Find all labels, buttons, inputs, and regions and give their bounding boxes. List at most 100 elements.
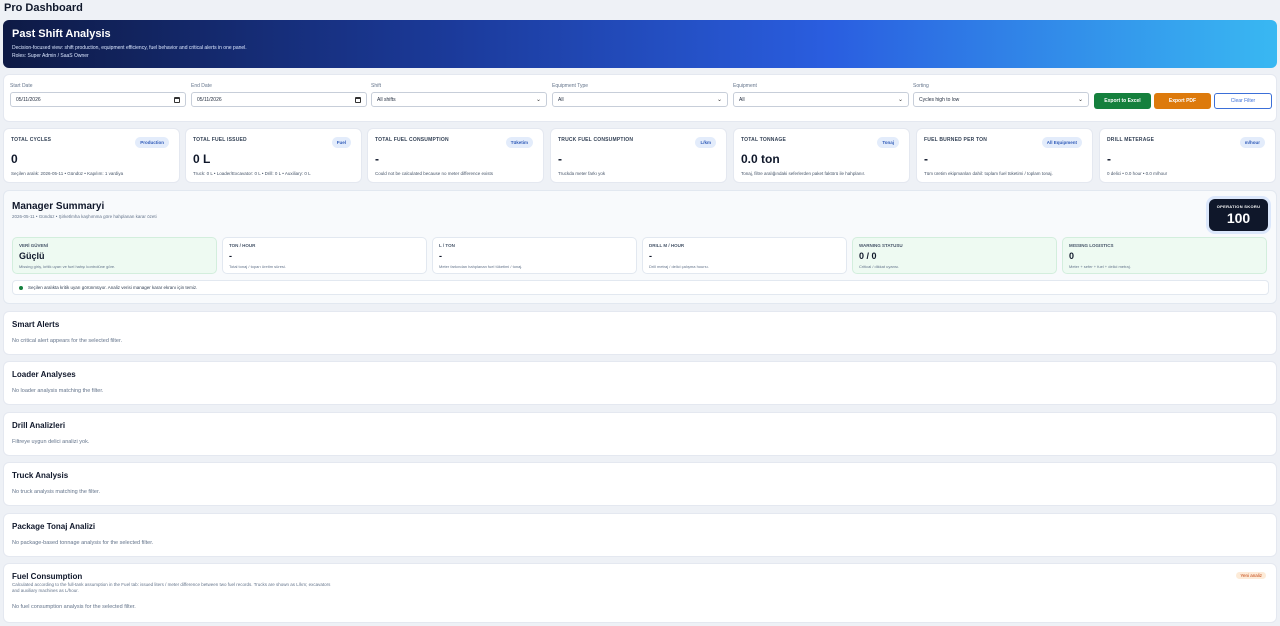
- clear-filter-button[interactable]: Clear Filter: [1214, 93, 1272, 109]
- section-title: Fuel Consumption: [12, 572, 83, 581]
- equipment-type-label: Equipment Type: [552, 83, 589, 89]
- kpi-badge: Tüketim: [505, 137, 533, 148]
- metric-card-missing-logistics: MISSING LOGISTICS 0 Meter + sefer + fuel…: [1062, 237, 1267, 274]
- metric-title: DRILL M / HOUR: [649, 243, 685, 248]
- empty-state-text: No package-based tonnage analysis for th…: [12, 540, 154, 546]
- section-title: Smart Alerts: [12, 320, 60, 329]
- section-title: Truck Analysis: [12, 471, 69, 480]
- metric-value: -: [649, 251, 652, 261]
- filter-bar: Start Date 05/11/2026 End Date 05/11/202…: [3, 74, 1277, 122]
- operation-score-badge: OPERATION SKORU 100: [1209, 199, 1268, 231]
- kpi-subtext: Seçilen aralık: 2026-05-11 • Gündüz • Ka…: [11, 171, 124, 176]
- kpi-truck-fuel-consumption: TRUCK FUEL CONSUMPTION L/km - Truckda me…: [550, 128, 727, 183]
- shift-select[interactable]: All shifts ⌄: [371, 92, 547, 107]
- shift-group: Shift All shifts ⌄: [371, 83, 547, 107]
- empty-state-text: No critical alert appears for the select…: [12, 338, 123, 344]
- kpi-value: -: [924, 152, 928, 166]
- kpi-value: 0 L: [193, 152, 211, 166]
- operation-score-value: 100: [1226, 210, 1251, 226]
- kpi-subtext: Truck: 0 L • Loader/Excavator: 0 L • Dri…: [193, 171, 311, 176]
- roles-text: Roles: Super Admin / SaaS Owner: [12, 53, 89, 59]
- kpi-value: 0.0 ton: [741, 152, 780, 166]
- metric-subtext: Total tonaj / toparı üretim süresi.: [229, 264, 286, 269]
- equipment-label: Equipment: [733, 83, 757, 89]
- kpi-badge: Fuel: [331, 137, 351, 148]
- manager-summary-title: Manager Summaryi: [12, 201, 105, 212]
- chevron-down-icon: ⌄: [716, 97, 722, 103]
- metric-card-ton-hour: TON / HOUR - Total tonaj / toparı üretim…: [222, 237, 427, 274]
- end-date-label: End Date: [191, 83, 212, 89]
- manager-summary-subtitle: 2026-05-11 • Gündüz • Şirketlmha kaşhımm…: [12, 214, 157, 219]
- metric-title: WARNING STATUSU: [859, 243, 903, 248]
- app-title: Pro Dashboard: [4, 2, 83, 14]
- kpi-value: 0: [11, 152, 18, 166]
- metric-card-l-ton: L / TON - Meter farkından hahplanan fuel…: [432, 237, 637, 274]
- kpi-fuel-burned-per-ton: FUEL BURNED PER TON All Equipment - Tüm …: [916, 128, 1093, 183]
- metric-card-data-confidence: VERİ GÜVENİ Güçlü Missing giriş, kritik …: [12, 237, 217, 274]
- top-bar: Pro Dashboard: [0, 0, 1280, 16]
- kpi-subtext: Truckda meter farkı yok: [558, 171, 606, 176]
- metric-subtext: Critical / dikkat uyarısı.: [859, 264, 900, 269]
- kpi-total-fuel-issued: TOTAL FUEL ISSUED Fuel 0 L Truck: 0 L • …: [185, 128, 362, 183]
- metric-subtext: Drill metraj / delici çalışma hoursı.: [649, 264, 709, 269]
- equipment-type-value: All: [558, 96, 564, 103]
- start-date-input[interactable]: 05/11/2026: [10, 92, 186, 107]
- start-date-group: Start Date 05/11/2026: [10, 83, 186, 107]
- kpi-badge: Tonaj: [877, 137, 899, 148]
- kpi-total-cycles: TOTAL CYCLES Production 0 Seçilen aralık…: [3, 128, 180, 183]
- equipment-select[interactable]: All ⌄: [733, 92, 909, 107]
- metric-title: MISSING LOGISTICS: [1069, 243, 1114, 248]
- metric-title: L / TON: [439, 243, 455, 248]
- truck-analysis-section: Truck Analysis No truck analysis matchin…: [3, 462, 1277, 506]
- calendar-icon[interactable]: [174, 96, 180, 103]
- section-description: Calculated according to the full-tank as…: [12, 582, 331, 593]
- chevron-down-icon: ⌄: [1077, 97, 1083, 103]
- kpi-title: TOTAL FUEL ISSUED: [193, 137, 247, 143]
- end-date-group: End Date 05/11/2026: [191, 83, 367, 107]
- section-title: Drill Analizleri: [12, 421, 66, 430]
- metric-value: 0: [1069, 251, 1075, 261]
- kpi-total-tonnage: TOTAL TONNAGE Tonaj 0.0 ton Tonaj, filtr…: [733, 128, 910, 183]
- empty-state-text: No fuel consumption analysis for the sel…: [12, 604, 136, 610]
- package-tonnage-section: Package Tonaj Analizi No package-based t…: [3, 513, 1277, 557]
- sorting-value: Cycles high to low: [919, 96, 960, 103]
- sorting-label: Sorting: [913, 83, 929, 89]
- metric-value: Güçlü: [19, 251, 45, 261]
- sorting-select[interactable]: Cycles high to low ⌄: [913, 92, 1089, 107]
- equipment-group: Equipment All ⌄: [733, 83, 909, 107]
- loader-analyses-section: Loader Analyses No loader analysis match…: [3, 361, 1277, 405]
- smart-alerts-section: Smart Alerts No critical alert appears f…: [3, 311, 1277, 355]
- kpi-total-fuel-consumption: TOTAL FUEL CONSUMPTION Tüketim - Could n…: [367, 128, 544, 183]
- section-title: Package Tonaj Analizi: [12, 522, 96, 531]
- operation-score-label: OPERATION SKORU: [1216, 204, 1261, 209]
- new-analysis-badge: Yeni analiz: [1236, 572, 1266, 579]
- metric-card-warning-status: WARNING STATUSU 0 / 0 Critical / dikkat …: [852, 237, 1057, 274]
- metric-title: VERİ GÜVENİ: [19, 243, 49, 248]
- section-title: Loader Analyses: [12, 370, 76, 379]
- start-date-label: Start Date: [10, 83, 33, 89]
- drill-analyses-section: Drill Analizleri Filtreye uygun delici a…: [3, 412, 1277, 456]
- hero-banner: Past Shift Analysis Decision-focused vie…: [3, 20, 1277, 68]
- equipment-type-select[interactable]: All ⌄: [552, 92, 728, 107]
- end-date-input[interactable]: 05/11/2026: [191, 92, 367, 107]
- kpi-badge: Production: [135, 137, 169, 148]
- kpi-value: -: [375, 152, 379, 166]
- empty-state-text: No truck analysis matching the filter.: [12, 489, 101, 495]
- kpi-drill-meterage: DRILL METERAGE m/hour - 0 delici • 0.0 h…: [1099, 128, 1276, 183]
- export-pdf-button[interactable]: Export PDF: [1154, 93, 1211, 109]
- empty-state-text: No loader analysis matching the filter.: [12, 388, 104, 394]
- metric-subtext: Meter + sefer + fuel + delici metraj.: [1069, 264, 1131, 269]
- kpi-subtext: Could not be calculated because no meter…: [375, 171, 493, 176]
- kpi-badge: m/hour: [1239, 137, 1265, 148]
- start-date-value: 05/11/2026: [16, 96, 41, 103]
- calendar-icon[interactable]: [355, 96, 361, 103]
- kpi-subtext: Tonaj, filtre aralığındaki seferlerden p…: [741, 171, 866, 176]
- metric-subtext: Missing giriş, kritik uyarı ve fuel hahş…: [19, 264, 116, 269]
- page-description: Decision-focused view: shift production,…: [12, 45, 247, 51]
- export-excel-button[interactable]: Export to Excel: [1094, 93, 1151, 109]
- sorting-group: Sorting Cycles high to low ⌄: [913, 83, 1089, 107]
- empty-state-text: Filtreye uygun delici analizi yok.: [12, 439, 90, 445]
- chevron-down-icon: ⌄: [897, 97, 903, 103]
- metric-value: -: [229, 251, 232, 261]
- kpi-value: -: [558, 152, 562, 166]
